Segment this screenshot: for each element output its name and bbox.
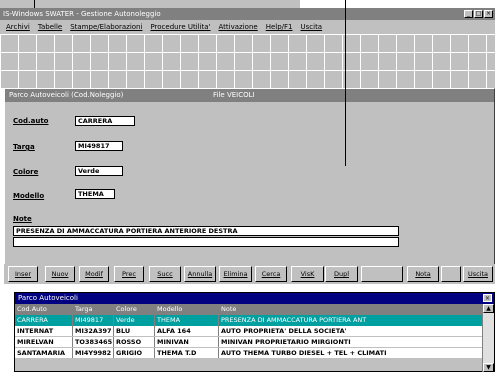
form-title-bar: Parco Autoveicoli (Cod.Noleggio) File VE… — [5, 89, 494, 102]
table-cell: THEMA T.D — [155, 348, 219, 358]
table-cell: PRESENZA DI AMMACCATURA PORTIERA ANT — [219, 315, 484, 326]
blank-button-2[interactable] — [441, 266, 461, 282]
form-title: Parco Autoveicoli (Cod.Noleggio) — [9, 91, 124, 99]
succ-button[interactable]: Succ — [149, 266, 181, 282]
grid-title: Parco Autoveicoli — [18, 294, 78, 302]
note-field-line2[interactable] — [13, 237, 399, 247]
scroll-up-icon[interactable]: ▲ — [483, 304, 494, 313]
annulla-button[interactable]: Annulla — [184, 266, 216, 282]
nuov-button[interactable]: Nuov — [45, 266, 75, 282]
grid-title-bar: Parco Autoveicoli × — [15, 293, 494, 304]
table-cell: Verde — [114, 315, 155, 326]
col-colore[interactable]: Colore — [114, 304, 155, 315]
menu-attivazione[interactable]: Attivazione — [219, 20, 258, 34]
table-row[interactable]: INTERNAT MI32A397 BLU ALFA 164 AUTO PROP… — [15, 326, 484, 337]
cod-auto-label: Cod.auto — [13, 117, 49, 125]
elimina-button[interactable]: Elimina — [219, 266, 252, 282]
table-cell: MI49817 — [73, 315, 114, 326]
table-row[interactable]: MIRELVAN TO383465 ROSSO MINIVAN MINIVAN … — [15, 337, 484, 348]
prec-button[interactable]: Prec — [114, 266, 144, 282]
menu-procedure[interactable]: Procedure Utilita' — [150, 20, 210, 34]
table-cell: ALFA 164 — [155, 326, 219, 336]
table-cell: CARRERA — [15, 315, 73, 326]
col-modello[interactable]: Modello — [155, 304, 219, 315]
app-title-bar: IS-Windows SWATER - Gestione Autonoleggi… — [0, 8, 495, 20]
button-row: Inser Nuov Modif Prec Succ Annulla Elimi… — [4, 264, 495, 284]
maximize-button[interactable]: □ — [474, 10, 483, 18]
table-scrollbar[interactable]: ▲ ▼ — [482, 304, 494, 372]
col-targa[interactable]: Targa — [73, 304, 114, 315]
menu-uscita[interactable]: Uscita — [301, 20, 323, 34]
menu-stampe[interactable]: Stampe/Elaborazioni — [70, 20, 142, 34]
table-cell: TO383465 — [75, 337, 114, 347]
uscita-button[interactable]: Uscita — [463, 266, 493, 282]
table-cell: MI32A397 — [73, 326, 114, 336]
modello-label: Modello — [13, 192, 45, 200]
note-field-line1[interactable]: PRESENZA DI AMMACCATURA PORTIERA ANTERIO… — [13, 226, 399, 236]
form-file-label: File VEICOLI — [213, 91, 255, 99]
col-note[interactable]: Note — [219, 304, 484, 315]
table-cell: AUTO PROPRIETA' DELLA SOCIETA' — [219, 326, 484, 336]
nota-button[interactable]: Nota — [407, 266, 439, 282]
visk-button[interactable]: VisK — [291, 266, 324, 282]
table-cell: MI4Y9982 — [73, 348, 114, 358]
table-header: Cod.Auto Targa Colore Modello Note — [15, 304, 484, 315]
table-cell: GRIGIO — [114, 348, 155, 358]
cerca-button[interactable]: Cerca — [255, 266, 287, 282]
table-cell: BLU — [114, 326, 155, 336]
pointer-line-right — [345, 0, 346, 166]
table-cell: MIRELVAN — [15, 337, 73, 347]
modif-button[interactable]: Modif — [79, 266, 109, 282]
targa-label: Targa — [13, 143, 35, 151]
table-cell: INTERNAT — [15, 326, 73, 336]
table-cell: SANTAMARIA — [15, 348, 73, 358]
menu-tabelle[interactable]: Tabelle — [38, 20, 62, 34]
table-cell: MINIVAN — [155, 337, 219, 347]
table-cell: AUTO THEMA TURBO DIESEL + TEL + CLIMATI — [219, 348, 484, 358]
menu-help[interactable]: Help/F1 — [266, 20, 293, 34]
menu-bar: Archivi Tabelle Stampe/Elaborazioni Proc… — [0, 20, 495, 34]
grid-close-button[interactable]: × — [483, 294, 492, 302]
minimize-button[interactable]: _ — [464, 10, 473, 18]
colore-field[interactable]: Verde — [75, 166, 123, 176]
modello-field[interactable]: THEMA — [75, 189, 115, 199]
colore-label: Colore — [13, 168, 39, 176]
inser-button[interactable]: Inser — [8, 266, 38, 282]
table-row[interactable]: SANTAMARIA MI4Y9982 GRIGIO THEMA T.D AUT… — [15, 348, 484, 359]
vehicle-list-window: Parco Autoveicoli × Cod.Auto Targa Color… — [14, 292, 495, 372]
scroll-down-icon[interactable]: ▼ — [483, 363, 494, 372]
table-cell: MINIVAN PROPRIETARIO MIRGIONTI — [219, 337, 484, 347]
close-button[interactable]: × — [484, 10, 493, 18]
toolbar-area — [0, 34, 495, 88]
vehicle-form-window: Parco Autoveicoli (Cod.Noleggio) File VE… — [4, 88, 495, 284]
dupl-button[interactable]: Dupl — [325, 266, 358, 282]
col-cod-auto[interactable]: Cod.Auto — [15, 304, 73, 315]
vehicle-table: Cod.Auto Targa Colore Modello Note CARRE… — [15, 304, 484, 359]
app-title: IS-Windows SWATER - Gestione Autonoleggi… — [3, 10, 161, 18]
menu-archivi[interactable]: Archivi — [6, 20, 30, 34]
note-label: Note — [13, 215, 32, 223]
cod-auto-field[interactable]: CARRERA — [75, 116, 135, 126]
table-cell: ROSSO — [114, 337, 155, 347]
blank-button[interactable] — [361, 266, 403, 282]
table-cell: THEMA — [155, 315, 219, 326]
targa-field[interactable]: MI49817 — [75, 141, 123, 151]
table-row-selected[interactable]: CARRERA MI49817 Verde THEMA PRESENZA DI … — [15, 315, 484, 326]
desktop-strip — [0, 0, 300, 8]
